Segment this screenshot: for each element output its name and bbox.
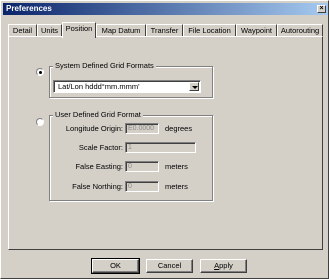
false-northing-value: 0 [128,183,132,190]
longitude-origin-field[interactable]: E0.0000 [125,123,159,134]
preferences-window: Preferences × Detail Units Position Map … [0,0,329,279]
system-format-group-title: System Defined Grid Formats [53,61,156,70]
close-button[interactable]: × [317,5,326,13]
cancel-button[interactable]: Cancel [146,259,193,273]
grid-format-combo[interactable]: Lat/Lon hddd°mm.mmm' [53,80,201,93]
scale-factor-value: 1 [128,144,132,151]
longitude-origin-unit: degrees [165,124,193,133]
scale-factor-field[interactable]: 1 [125,142,196,153]
tab-position[interactable]: Position [62,22,96,38]
false-northing-unit: meters [165,182,188,191]
longitude-origin-value: E0.0000 [128,125,155,132]
false-easting-unit: meters [165,162,188,171]
close-icon: × [319,5,324,12]
position-panel: System Defined Grid Formats Lat/Lon hddd… [8,36,323,250]
chevron-down-icon [192,86,198,89]
false-easting-field[interactable]: 0 [125,161,159,172]
false-northing-label: False Northing: [72,182,123,191]
user-format-radio[interactable] [36,118,44,126]
grid-format-value: Lat/Lon hddd°mm.mmm' [58,82,140,91]
scale-factor-label: Scale Factor: [78,143,123,152]
system-format-radio[interactable] [36,68,44,76]
radio-selected-dot [39,71,42,74]
user-format-group-title: User Defined Grid Format [53,110,143,119]
longitude-origin-label: Longitude Origin: [65,124,123,133]
combo-dropdown-button[interactable] [189,82,199,91]
apply-label: pply [219,261,233,270]
title-bar[interactable]: Preferences × [3,3,328,15]
false-easting-label: False Easting: [75,162,123,171]
false-northing-field[interactable]: 0 [125,181,159,192]
window-title: Preferences [6,4,52,13]
false-easting-value: 0 [128,163,132,170]
apply-button[interactable]: Apply [200,259,247,273]
ok-button[interactable]: OK [91,258,140,274]
